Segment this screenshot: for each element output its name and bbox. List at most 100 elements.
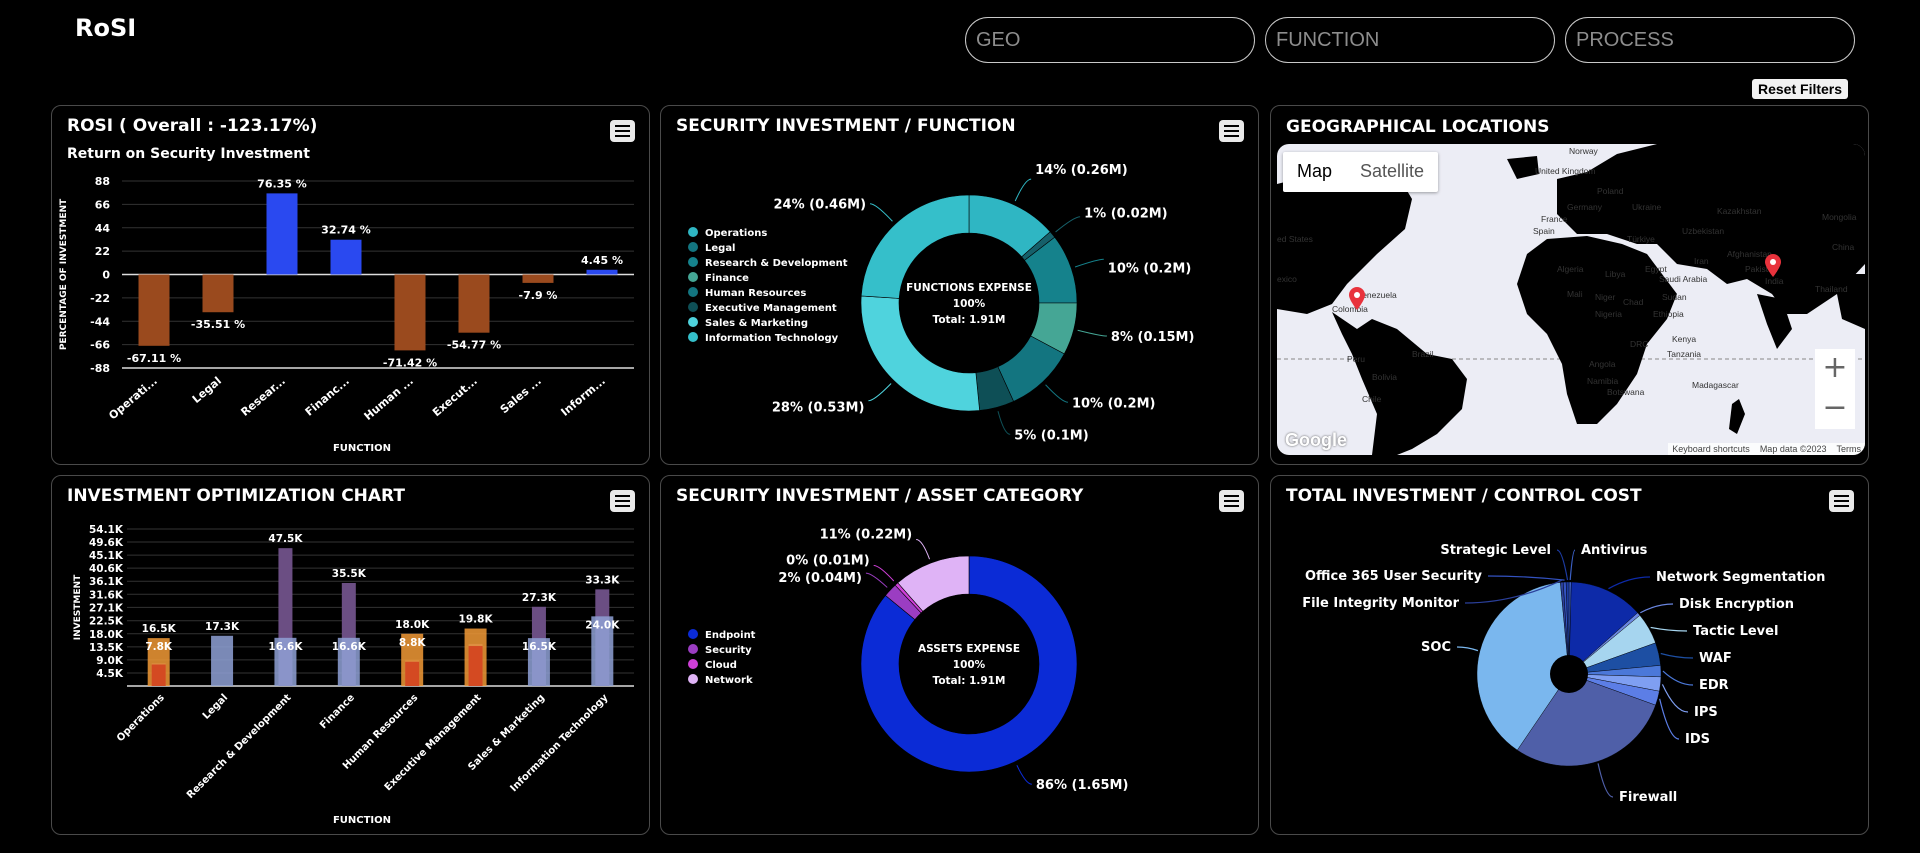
rosi-panel: ROSI ( Overall : -123.17%) Return on Sec… bbox=[51, 105, 650, 465]
reset-filters-button[interactable]: Reset Filters bbox=[1752, 79, 1849, 99]
data-label-inner: 16.6K bbox=[268, 641, 303, 653]
map-label: Bolivia bbox=[1372, 372, 1398, 382]
optimization-panel: INVESTMENT OPTIMIZATION CHART 54.1K 49.6K… bbox=[51, 475, 650, 835]
map-label: Türkiye bbox=[1627, 234, 1655, 244]
map-label: Kazakhstan bbox=[1717, 206, 1762, 216]
x-tick-label: Operations bbox=[115, 692, 167, 744]
legend-label: Research & Development bbox=[705, 258, 848, 269]
data-label: 47.5K bbox=[268, 533, 303, 545]
bar bbox=[330, 239, 362, 275]
map-label: Saudi Arabia bbox=[1659, 274, 1708, 284]
map-label: Egypt bbox=[1645, 264, 1667, 274]
bar bbox=[202, 274, 234, 313]
label-connector bbox=[916, 539, 931, 560]
map-label: Norway bbox=[1569, 146, 1598, 156]
map-label: Chad bbox=[1623, 297, 1644, 307]
map-label: Ethiopia bbox=[1653, 309, 1684, 319]
map-label: Iran bbox=[1694, 256, 1709, 266]
map-type-tabs: Map Satellite bbox=[1283, 152, 1439, 192]
label-connector bbox=[1662, 670, 1694, 686]
bar bbox=[266, 193, 298, 275]
label-connector bbox=[1055, 216, 1081, 233]
donut-center-text: 100% bbox=[953, 659, 986, 671]
x-tick-label: Financ... bbox=[303, 374, 352, 418]
slice-label: 28% (0.53M) bbox=[772, 401, 865, 416]
legend-swatch bbox=[688, 674, 698, 684]
legend-label: Information Technology bbox=[705, 333, 839, 344]
slice-label: 0% (0.01M) bbox=[786, 553, 870, 568]
slice-label: 5% (0.1M) bbox=[1014, 428, 1088, 443]
donut-center-text: 100% bbox=[953, 298, 986, 310]
label-connector bbox=[1487, 575, 1565, 581]
geo-title: GEOGRAPHICAL LOCATIONS bbox=[1286, 117, 1550, 137]
map-label: Tanzania bbox=[1667, 349, 1702, 359]
y-tick-label: -22 bbox=[90, 292, 110, 305]
map-label: Kenya bbox=[1672, 334, 1697, 344]
map-label: Namibia bbox=[1587, 376, 1619, 386]
slice-label: 10% (0.2M) bbox=[1072, 396, 1156, 411]
legend-label: Sales & Marketing bbox=[705, 318, 808, 329]
x-tick-label: Execut... bbox=[430, 374, 480, 419]
legend-label: Finance bbox=[705, 273, 749, 284]
slice-label: WAF bbox=[1699, 651, 1732, 666]
legend-label: Human Resources bbox=[705, 288, 806, 299]
data-label-inner: 24.0K bbox=[585, 619, 620, 631]
y-tick-label: 66 bbox=[95, 198, 111, 211]
data-label-inner: 7.8K bbox=[145, 641, 173, 653]
pie-center-hole bbox=[1550, 655, 1588, 693]
y-tick-label: -66 bbox=[90, 339, 110, 352]
keyboard-shortcuts-link[interactable]: Keyboard shortcuts bbox=[1672, 444, 1750, 454]
map-label: Peru bbox=[1347, 354, 1365, 364]
label-connector bbox=[1045, 384, 1069, 403]
label-connector bbox=[1608, 576, 1651, 590]
map-label: exico bbox=[1277, 274, 1297, 284]
map-label: United Kingdom bbox=[1535, 166, 1596, 176]
label-connector bbox=[1556, 549, 1569, 581]
label-connector bbox=[1660, 652, 1694, 659]
label-connector bbox=[1640, 603, 1674, 614]
y-axis-title: INVESTMENT bbox=[73, 574, 83, 640]
slice-label: Tactic Level bbox=[1693, 624, 1778, 639]
y-tick-label: 49.6K bbox=[89, 537, 124, 549]
x-axis-title: FUNCTION bbox=[333, 815, 391, 826]
map-pin-icon[interactable] bbox=[1763, 254, 1783, 278]
x-tick-label: Legal bbox=[190, 374, 224, 406]
zoom-out-button[interactable]: − bbox=[1815, 389, 1855, 429]
geo-filter[interactable]: GEO bbox=[965, 17, 1255, 63]
bar bbox=[522, 274, 554, 283]
label-connector bbox=[868, 383, 892, 402]
google-logo: Google bbox=[1285, 430, 1347, 450]
function-donut-panel: SECURITY INVESTMENT / FUNCTION 14% (0.26… bbox=[660, 105, 1259, 465]
slice-label: EDR bbox=[1699, 678, 1729, 693]
slice-label: 2% (0.04M) bbox=[778, 571, 862, 586]
slice-label: Firewall bbox=[1619, 790, 1677, 805]
map-tab-map[interactable]: Map bbox=[1283, 152, 1346, 192]
slice-label: 24% (0.46M) bbox=[773, 198, 866, 213]
map-pin-icon[interactable] bbox=[1347, 287, 1367, 311]
y-tick-label: 22 bbox=[95, 245, 110, 258]
slice-label: 86% (1.65M) bbox=[1036, 778, 1129, 793]
map-label: China bbox=[1832, 242, 1855, 252]
legend-label: Operations bbox=[705, 228, 767, 239]
data-label: 35.5K bbox=[332, 568, 367, 580]
process-filter[interactable]: PROCESS bbox=[1565, 17, 1855, 63]
legend-swatch bbox=[688, 644, 698, 654]
label-connector bbox=[1597, 763, 1614, 798]
y-tick-label: 4.5K bbox=[96, 668, 124, 680]
world-map[interactable]: Norway United Kingdom Poland Germany Ukr… bbox=[1277, 144, 1865, 455]
inner-bar bbox=[151, 664, 166, 686]
legend-swatch bbox=[688, 629, 698, 639]
slice-label: 8% (0.15M) bbox=[1111, 330, 1195, 345]
x-tick-label: Resear... bbox=[238, 374, 288, 419]
y-tick-label: 13.5K bbox=[89, 642, 124, 654]
function-filter[interactable]: FUNCTION bbox=[1265, 17, 1555, 63]
legend-swatch bbox=[688, 242, 698, 252]
map-label: Brazil bbox=[1412, 349, 1434, 359]
map-tab-satellite[interactable]: Satellite bbox=[1346, 152, 1438, 192]
label-connector bbox=[1661, 684, 1689, 713]
data-label: 76.35 % bbox=[257, 177, 307, 190]
zoom-in-button[interactable]: + bbox=[1815, 349, 1855, 389]
x-tick-label: Human ... bbox=[362, 374, 416, 423]
terms-link[interactable]: Terms bbox=[1837, 444, 1862, 454]
label-connector bbox=[865, 572, 888, 588]
